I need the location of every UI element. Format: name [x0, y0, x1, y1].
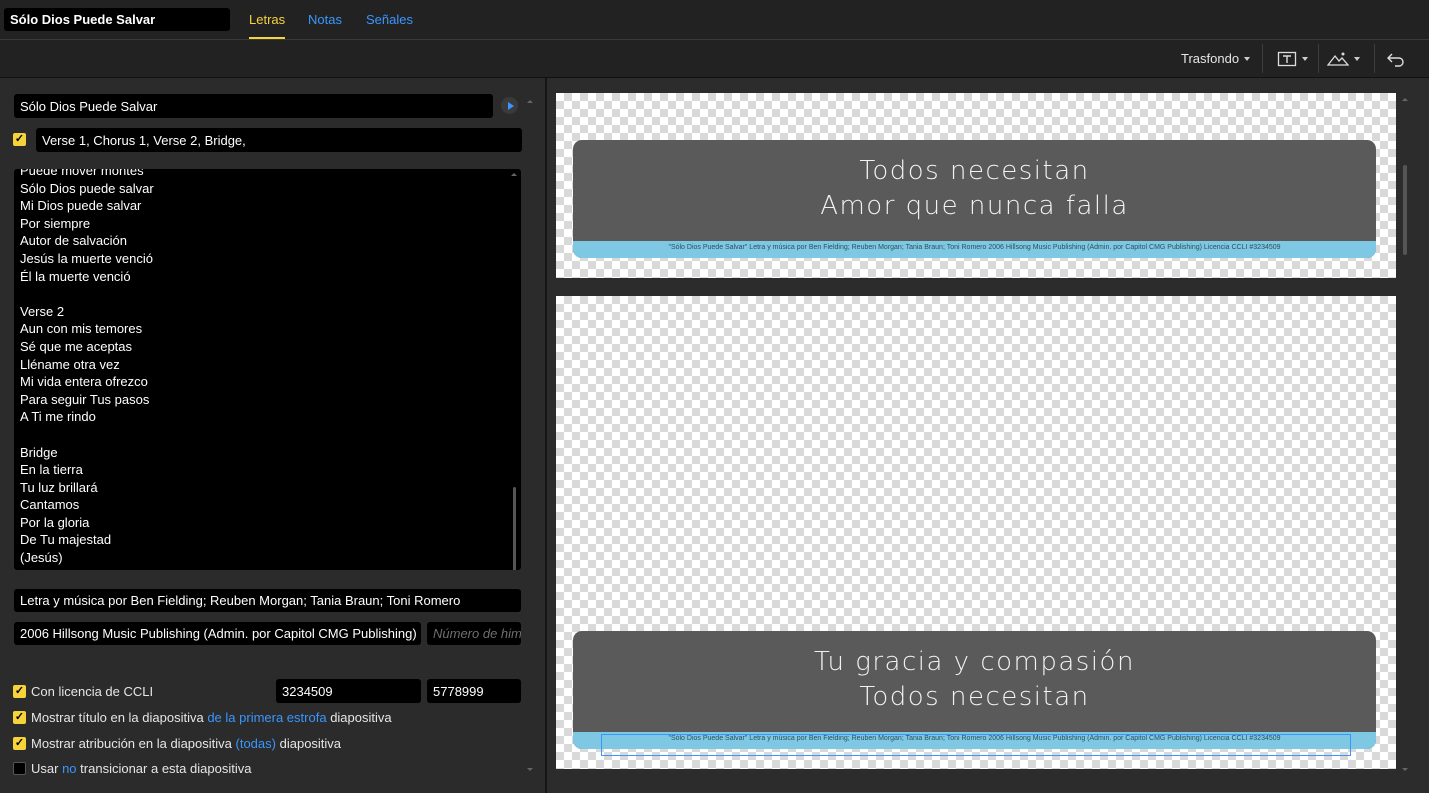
attribution-band: "Sólo Dios Puede Salvar" Letra y música … — [573, 241, 1376, 258]
transition-checkbox[interactable] — [13, 762, 26, 775]
slide-preview-2[interactable]: Tu gracia y compasión Todos necesitan "S… — [556, 296, 1396, 769]
show-title-option: Mostrar título en la diapositiva de la p… — [31, 710, 392, 725]
scroll-down-icon[interactable] — [1402, 768, 1408, 771]
top-bar: Letras Notas Señales — [0, 0, 1429, 40]
slide-preview-1[interactable]: Todos necesitan Amor que nunca falla "Só… — [556, 93, 1396, 278]
copyright-input[interactable]: 2006 Hillsong Music Publishing (Admin. p… — [14, 622, 421, 645]
undo-icon — [1387, 53, 1404, 67]
toolbar: Trasfondo — [0, 40, 1429, 78]
show-title-suffix: diapositiva — [330, 710, 392, 725]
lower-third-box: Tu gracia y compasión Todos necesitan "S… — [573, 631, 1376, 749]
background-dropdown[interactable]: Trasfondo — [1181, 40, 1251, 77]
scroll-down-icon[interactable] — [527, 768, 533, 771]
chevron-down-icon — [1354, 56, 1360, 61]
lower-third-box: Todos necesitan Amor que nunca falla "Só… — [573, 140, 1376, 258]
show-attribution-checkbox[interactable]: ✓ — [13, 737, 26, 750]
ccli-label: Con licencia de CCLI — [31, 684, 154, 699]
slide-lyrics-text: Todos necesitan Amor que nunca falla — [573, 154, 1376, 224]
lyrics-textarea[interactable]: Puede mover montes Sólo Dios puede salva… — [14, 169, 521, 570]
authors-input[interactable]: Letra y música por Ben Fielding; Reuben … — [14, 589, 521, 612]
chevron-down-icon — [1302, 56, 1308, 61]
image-button[interactable] — [1327, 40, 1360, 77]
show-attribution-label: Mostrar atribución en la diapositiva — [31, 736, 232, 751]
hymn-number-input[interactable]: Número de himno — [427, 622, 521, 645]
show-attribution-option: Mostrar atribución en la diapositiva (to… — [31, 736, 341, 751]
show-attribution-suffix: diapositiva — [279, 736, 342, 751]
arrangement-input[interactable]: Verse 1, Chorus 1, Verse 2, Bridge, — [36, 128, 522, 152]
scroll-up-icon[interactable] — [1402, 98, 1408, 101]
scroll-up-icon[interactable] — [527, 100, 533, 103]
song-title-input[interactable]: Sólo Dios Puede Salvar — [14, 94, 493, 118]
ccli-checkbox[interactable]: ✓ — [13, 685, 26, 698]
ccli-song-input[interactable]: 5778999 — [427, 679, 521, 703]
play-icon[interactable] — [501, 97, 518, 114]
background-label: Trasfondo — [1181, 51, 1240, 66]
transition-suffix: transicionar a esta diapositiva — [80, 761, 252, 776]
presentation-title-input[interactable] — [4, 8, 230, 31]
tab-letras[interactable]: Letras — [249, 12, 286, 39]
ccli-license-input[interactable]: 3234509 — [276, 679, 421, 703]
tab-notas[interactable]: Notas — [308, 12, 342, 27]
tab-senales[interactable]: Señales — [366, 12, 413, 27]
transition-option: Usar no transicionar a esta diapositiva — [31, 761, 251, 776]
chevron-down-icon — [1244, 56, 1251, 61]
transition-label: Usar — [31, 761, 59, 776]
show-title-link[interactable]: de la primera estrofa — [207, 710, 326, 725]
lyrics-scrollbar[interactable] — [513, 487, 516, 570]
text-box-icon — [1277, 51, 1297, 66]
preview-scrollbar[interactable] — [1403, 165, 1407, 255]
lyrics-text: Puede mover montes Sólo Dios puede salva… — [20, 169, 154, 566]
slide-lyrics-text: Tu gracia y compasión Todos necesitan — [573, 645, 1376, 715]
selected-text-box[interactable] — [601, 734, 1351, 756]
text-box-button[interactable] — [1277, 40, 1308, 77]
undo-button[interactable] — [1386, 40, 1406, 77]
transition-link[interactable]: no — [62, 761, 76, 776]
attribution-text: "Sólo Dios Puede Salvar" Letra y música … — [668, 244, 1281, 251]
arrangement-checkbox[interactable]: ✓ — [13, 133, 26, 146]
slide-line-1: Tu gracia y compasión — [814, 647, 1135, 677]
show-title-checkbox[interactable]: ✓ — [13, 711, 26, 724]
slide-line-2: Amor que nunca falla — [820, 191, 1129, 221]
slide-line-1: Todos necesitan — [859, 156, 1090, 186]
show-title-label: Mostrar título en la diapositiva — [31, 710, 204, 725]
image-icon — [1327, 52, 1349, 66]
scroll-up-icon[interactable] — [511, 173, 517, 176]
slide-preview-panel: Todos necesitan Amor que nunca falla "Só… — [547, 78, 1429, 793]
slide-line-2: Todos necesitan — [859, 682, 1090, 712]
show-attribution-link[interactable]: (todas) — [236, 736, 276, 751]
